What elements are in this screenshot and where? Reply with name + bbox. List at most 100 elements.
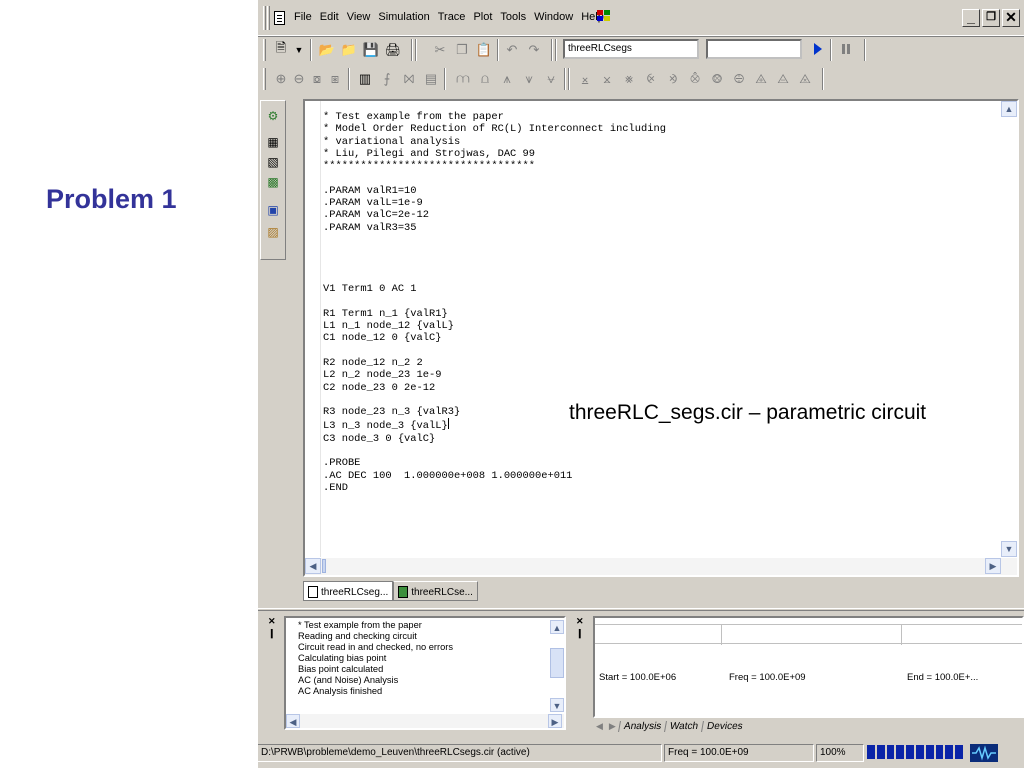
undo-icon[interactable]: ↶ <box>503 41 521 59</box>
cursor-trough-icon[interactable]: ⨲ <box>598 70 616 88</box>
separator <box>444 68 446 90</box>
status-grid <box>595 624 1022 645</box>
separator <box>830 39 832 61</box>
cut-icon[interactable]: ✂ <box>431 41 449 59</box>
status-bar: D:\PRWB\probleme\demo_Leuven\threeRLCseg… <box>258 740 1024 768</box>
zoom-out-icon[interactable]: ⊖ <box>290 70 308 88</box>
menu-plot[interactable]: Plot <box>469 11 496 23</box>
cursor-peak-icon[interactable]: ⨱ <box>576 70 594 88</box>
tab-analysis[interactable]: Analysis <box>617 720 667 732</box>
save-icon[interactable]: 💾 <box>362 41 380 59</box>
simulation-profile-combo[interactable]: threeRLCsegs <box>563 39 699 59</box>
document-icon[interactable] <box>274 11 285 25</box>
output-hscrollbar[interactable]: ◀ ▶ <box>286 714 564 728</box>
edit-profile-icon[interactable]: ▧ <box>266 155 280 169</box>
menu-view[interactable]: View <box>343 11 375 23</box>
copy-icon[interactable]: ❐ <box>453 41 471 59</box>
menu-items: File Edit View Simulation Trace Plot Too… <box>290 11 608 23</box>
horizontal-scrollbar[interactable]: ◀ ▶ <box>305 558 1017 575</box>
tab-prev-arrow-icon[interactable]: ◀ <box>593 721 606 732</box>
probe-icon[interactable]: ⚙ <box>266 109 280 123</box>
tab-watch[interactable]: Watch <box>664 720 704 732</box>
netlist-editor[interactable]: * Test example from the paper * Model Or… <box>303 99 1019 577</box>
paste-icon[interactable]: 📋 <box>475 41 493 59</box>
cursor-mark-icon[interactable]: ⨹ <box>752 70 770 88</box>
output-scroll-thumb[interactable] <box>550 648 564 678</box>
cursor-min-icon[interactable]: ⨴ <box>642 70 660 88</box>
pause-icon[interactable] <box>842 44 850 54</box>
close-button[interactable]: ✕ <box>1002 9 1020 27</box>
simulation-settings-icon[interactable]: ▦ <box>266 135 280 149</box>
progress-segment <box>886 745 895 759</box>
tab-simulation[interactable]: threeRLCse... <box>393 581 478 601</box>
cursor-search-icon[interactable]: ⨷ <box>708 70 726 88</box>
output-scroll-left-icon[interactable]: ◀ <box>286 714 300 728</box>
run-profile-icon[interactable]: ▩ <box>266 175 280 189</box>
menu-window[interactable]: Window <box>530 11 577 23</box>
mark-icon[interactable]: ⩝ <box>542 70 560 88</box>
menu-trace[interactable]: Trace <box>434 11 470 23</box>
fourier-icon[interactable]: ⨍ <box>378 70 396 88</box>
netlist-text[interactable]: * Test example from the paper * Model Or… <box>323 111 666 494</box>
whats-this-icon[interactable] <box>597 10 613 24</box>
output-pin-icon[interactable]: ❙ <box>268 628 276 639</box>
log-y-icon[interactable]: ▤ <box>422 70 440 88</box>
restore-button[interactable]: ❒ <box>982 9 1000 27</box>
menubar-grip[interactable] <box>263 6 266 30</box>
cursor-slope-icon[interactable]: ⨳ <box>620 70 638 88</box>
new-icon[interactable]: 🗎 <box>272 40 290 59</box>
tab-next-arrow-icon[interactable]: ▶ <box>606 721 619 732</box>
tab-netlist[interactable]: threeRLCseg... <box>303 581 394 601</box>
scroll-right-arrow-icon[interactable]: ▶ <box>985 558 1001 574</box>
minimize-button[interactable]: _ <box>962 9 980 27</box>
grid-column <box>721 625 722 645</box>
editor-gutter <box>305 101 321 557</box>
vertical-scrollbar[interactable]: ▲ ▼ <box>1001 101 1017 557</box>
performance-icon[interactable]: ⨝ <box>400 70 418 88</box>
status-zoom: 100% <box>816 744 864 762</box>
output-close-icon[interactable]: ✕ <box>268 616 276 627</box>
grid-column <box>901 625 902 645</box>
zoom-fit-icon[interactable]: ⧆ <box>326 70 344 88</box>
menu-edit[interactable]: Edit <box>316 11 343 23</box>
cursor-label-icon[interactable]: ⨺ <box>774 70 792 88</box>
run-icon[interactable] <box>814 43 822 55</box>
output-scroll-up-icon[interactable]: ▲ <box>550 620 564 634</box>
output-scroll-right-icon[interactable]: ▶ <box>548 714 562 728</box>
menu-file[interactable]: File <box>290 11 316 23</box>
toolbar-grip[interactable] <box>263 39 266 61</box>
trace-combo[interactable] <box>706 39 802 59</box>
dropdown-arrow-icon[interactable]: ▼ <box>290 41 308 59</box>
add-trace-icon[interactable]: ⩋ <box>454 70 472 88</box>
print-icon[interactable]: 🖨 <box>384 41 402 59</box>
waveform-icon[interactable]: ▨ <box>266 225 280 239</box>
tab-devices[interactable]: Devices <box>701 720 748 732</box>
cursor-freq-icon[interactable]: ⨻ <box>796 70 814 88</box>
open-folder-icon[interactable]: 📁 <box>340 41 358 59</box>
cursor-max-icon[interactable]: ⨵ <box>664 70 682 88</box>
splitter[interactable] <box>258 608 1024 611</box>
scroll-left-arrow-icon[interactable]: ◀ <box>305 558 321 574</box>
eval-goal-icon[interactable]: ⩍ <box>476 70 494 88</box>
cursor-next-icon[interactable]: ⨸ <box>730 70 748 88</box>
toolbar-grip[interactable] <box>263 68 266 90</box>
probe-pin-icon[interactable]: ❙ <box>576 628 584 639</box>
zoom-area-icon[interactable]: ⧇ <box>308 70 326 88</box>
text-caret <box>447 418 449 430</box>
probe-close-icon[interactable]: ✕ <box>576 616 584 627</box>
menu-tools[interactable]: Tools <box>496 11 530 23</box>
status-file-path: D:\PRWB\probleme\demo_Leuven\threeRLCseg… <box>258 744 662 762</box>
output-scroll-down-icon[interactable]: ▼ <box>550 698 564 712</box>
menu-simulation[interactable]: Simulation <box>374 11 433 23</box>
scroll-up-arrow-icon[interactable]: ▲ <box>1001 101 1017 117</box>
scroll-down-arrow-icon[interactable]: ▼ <box>1001 541 1017 557</box>
cursor-point-icon[interactable]: ⨶ <box>686 70 704 88</box>
redo-icon[interactable]: ↷ <box>525 41 543 59</box>
add-label-icon[interactable]: ⩛ <box>520 70 538 88</box>
horizontal-scroll-thumb[interactable] <box>322 559 326 573</box>
output-file-icon[interactable]: ▣ <box>266 203 280 217</box>
log-x-icon[interactable]: ▥ <box>356 70 374 88</box>
add-text-icon[interactable]: ⩚ <box>498 70 516 88</box>
zoom-in-icon[interactable]: ⊕ <box>272 70 290 88</box>
open-icon[interactable]: 📂 <box>318 41 336 59</box>
